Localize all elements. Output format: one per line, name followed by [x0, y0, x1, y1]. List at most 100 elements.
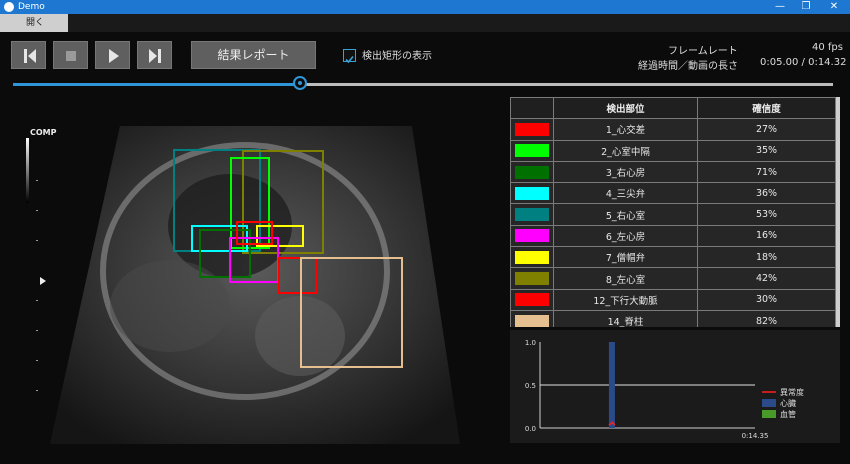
stop-button[interactable] [53, 41, 88, 69]
legend-label: 血管 [780, 409, 796, 419]
part-cell: 5_右心室 [553, 203, 698, 226]
confidence-cell: 27% [697, 118, 836, 141]
play-button[interactable] [95, 41, 130, 69]
lung-region [110, 260, 230, 352]
color-cell [510, 224, 554, 248]
scale-tick [36, 210, 38, 211]
menu-bar: 開く [0, 14, 850, 32]
table-row[interactable]: 7_僧帽弁 18% [510, 246, 836, 269]
confidence-cell: 71% [697, 160, 836, 184]
table-scrollbar[interactable] [836, 97, 840, 327]
color-swatch [515, 250, 549, 264]
color-swatch [515, 144, 549, 158]
color-column-header [510, 97, 554, 120]
step-forward-icon [149, 49, 161, 63]
color-swatch [515, 165, 549, 179]
app-icon [4, 2, 14, 12]
legend-label: 異常度 [780, 387, 804, 397]
color-cell [510, 160, 554, 184]
color-swatch [515, 293, 549, 307]
elapsed-label: 経過時間／動画の長さ [638, 61, 738, 72]
color-cell [510, 182, 554, 205]
confidence-cell: 18% [697, 246, 836, 269]
table-row[interactable]: 2_心室中隔 35% [510, 139, 836, 162]
previous-frame-button[interactable] [11, 41, 46, 69]
legend-label: 心臓 [780, 398, 796, 408]
color-cell [510, 139, 554, 162]
scale-tick [36, 360, 38, 361]
checkmark-icon [345, 55, 354, 64]
y-tick-label: 0.5 [525, 382, 536, 390]
color-cell [510, 118, 554, 141]
next-frame-button[interactable] [137, 41, 172, 69]
table-row[interactable]: 6_左心房 16% [510, 224, 836, 248]
close-button[interactable]: ✕ [822, 0, 846, 14]
window-title: Demo [18, 2, 45, 12]
confidence-cell: 82% [697, 309, 836, 327]
color-cell [510, 267, 554, 290]
show-boxes-label: 検出矩形の表示 [362, 51, 432, 62]
table-row[interactable]: 8_左心室 42% [510, 267, 836, 290]
title-bar: Demo — ❐ ✕ [0, 0, 850, 14]
color-swatch [515, 229, 549, 243]
color-cell [510, 203, 554, 226]
part-cell: 7_僧帽弁 [553, 246, 698, 269]
y-tick-label: 0.0 [525, 425, 536, 433]
result-report-button[interactable]: 結果レポート [191, 41, 316, 69]
legend-swatch [762, 399, 776, 407]
stop-icon [66, 51, 76, 61]
minimize-button[interactable]: — [768, 0, 792, 14]
scale-tick [36, 330, 38, 331]
part-cell: 12_下行大動脈 [553, 288, 698, 311]
part-cell: 1_心交差 [553, 118, 698, 141]
bar-1 [608, 342, 615, 428]
x-end-label: 0:14.35 [742, 432, 769, 440]
table-row[interactable]: 14_脊柱 82% [510, 309, 836, 327]
confidence-cell: 42% [697, 267, 836, 290]
framerate-value: 40 fps [812, 42, 843, 53]
detection-table: 検出部位 確信度 1_心交差 27% 2_心室中隔 35% 3_右心房 71% 4_三尖弁 3… [510, 97, 840, 327]
color-cell [510, 288, 554, 311]
confidence-cell: 53% [697, 203, 836, 226]
anomaly-chart: 1.0 0.5 0.0 0:14.35 異常度心臓血管 [510, 330, 840, 443]
seek-progress [13, 83, 300, 86]
table-row[interactable]: 5_右心室 53% [510, 203, 836, 226]
table-row[interactable]: 4_三尖弁 36% [510, 182, 836, 205]
table-header-row: 検出部位 確信度 [510, 97, 836, 120]
grayscale-bar [26, 138, 29, 203]
part-cell: 8_左心室 [553, 267, 698, 290]
seek-slider[interactable] [13, 76, 833, 90]
legend-swatch [762, 410, 776, 418]
ultrasound-image [50, 126, 460, 444]
seek-handle[interactable] [293, 76, 307, 90]
depth-marker-icon [40, 277, 46, 285]
confidence-cell: 35% [697, 139, 836, 162]
play-icon [109, 49, 119, 63]
elapsed-value: 0:05.00 / 0:14.32 [760, 57, 847, 68]
confidence-cell: 16% [697, 224, 836, 248]
part-cell: 6_左心房 [553, 224, 698, 248]
open-button[interactable]: 開く [0, 14, 68, 32]
part-column-header: 検出部位 [553, 97, 698, 120]
table-row[interactable]: 1_心交差 27% [510, 118, 836, 141]
part-cell: 4_三尖弁 [553, 182, 698, 205]
confidence-cell: 36% [697, 182, 836, 205]
scale-tick [36, 390, 38, 391]
step-back-icon [24, 49, 36, 63]
color-swatch [515, 208, 549, 222]
color-cell [510, 309, 554, 327]
maximize-button[interactable]: ❐ [794, 0, 818, 14]
table-row[interactable]: 12_下行大動脈 30% [510, 288, 836, 311]
scale-tick [36, 180, 38, 181]
scale-tick [36, 240, 38, 241]
part-cell: 14_脊柱 [553, 309, 698, 327]
framerate-label: フレームレート [668, 46, 738, 57]
table-row[interactable]: 3_右心房 71% [510, 160, 836, 184]
show-boxes-checkbox[interactable] [343, 49, 356, 64]
color-swatch [515, 122, 549, 136]
confidence-cell: 30% [697, 288, 836, 311]
part-cell: 3_右心房 [553, 160, 698, 184]
color-swatch [515, 272, 549, 286]
color-swatch [515, 314, 549, 327]
part-cell: 2_心室中隔 [553, 139, 698, 162]
